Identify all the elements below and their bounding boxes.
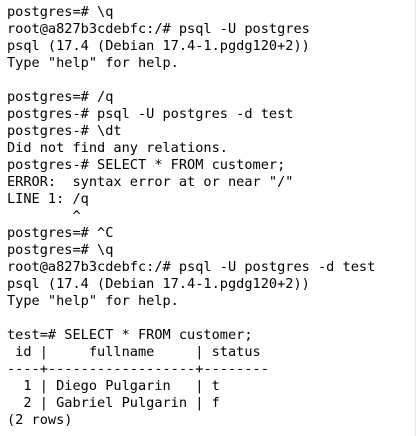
terminal-line: postgres-# psql -U postgres -d test <box>7 106 294 122</box>
terminal-line: Type "help" for help. <box>7 293 179 309</box>
terminal-line: psql (17.4 (Debian 17.4-1.pgdg120+2)) <box>7 38 310 54</box>
terminal-line: postgres=# ^C <box>7 225 114 241</box>
terminal-line: LINE 1: /q <box>7 191 89 207</box>
terminal-line: postgres-# \dt <box>7 123 122 139</box>
terminal-line: (2 rows) <box>7 412 73 428</box>
terminal-line: root@a827b3cdebfc:/# psql -U postgres -d… <box>7 259 376 275</box>
terminal-line: psql (17.4 (Debian 17.4-1.pgdg120+2)) <box>7 276 310 292</box>
terminal-line: ^ <box>7 208 81 224</box>
terminal-window[interactable]: postgres=# \q root@a827b3cdebfc:/# psql … <box>0 0 416 436</box>
terminal-line: postgres-# SELECT * FROM customer; <box>7 157 286 173</box>
terminal-line: id | fullname | status <box>7 344 261 360</box>
terminal-line: postgres=# \q <box>7 242 114 258</box>
terminal-line: root@a827b3cdebfc:/# psql -U postgres <box>7 21 310 37</box>
terminal-line: postgres=# \q <box>7 4 114 20</box>
terminal-line: Type "help" for help. <box>7 55 179 71</box>
terminal-line: 1 | Diego Pulgarin | t <box>7 378 220 394</box>
terminal-line: ----+------------------+-------- <box>7 361 269 377</box>
terminal-line: test=# SELECT * FROM customer; <box>7 327 253 343</box>
terminal-line: postgres=# /q <box>7 89 114 105</box>
terminal-line: ERROR: syntax error at or near "/" <box>7 174 294 190</box>
terminal-line: Did not find any relations. <box>7 140 228 156</box>
terminal-line: 2 | Gabriel Pulgarin | f <box>7 395 220 411</box>
terminal-output: postgres=# \q root@a827b3cdebfc:/# psql … <box>7 4 415 429</box>
